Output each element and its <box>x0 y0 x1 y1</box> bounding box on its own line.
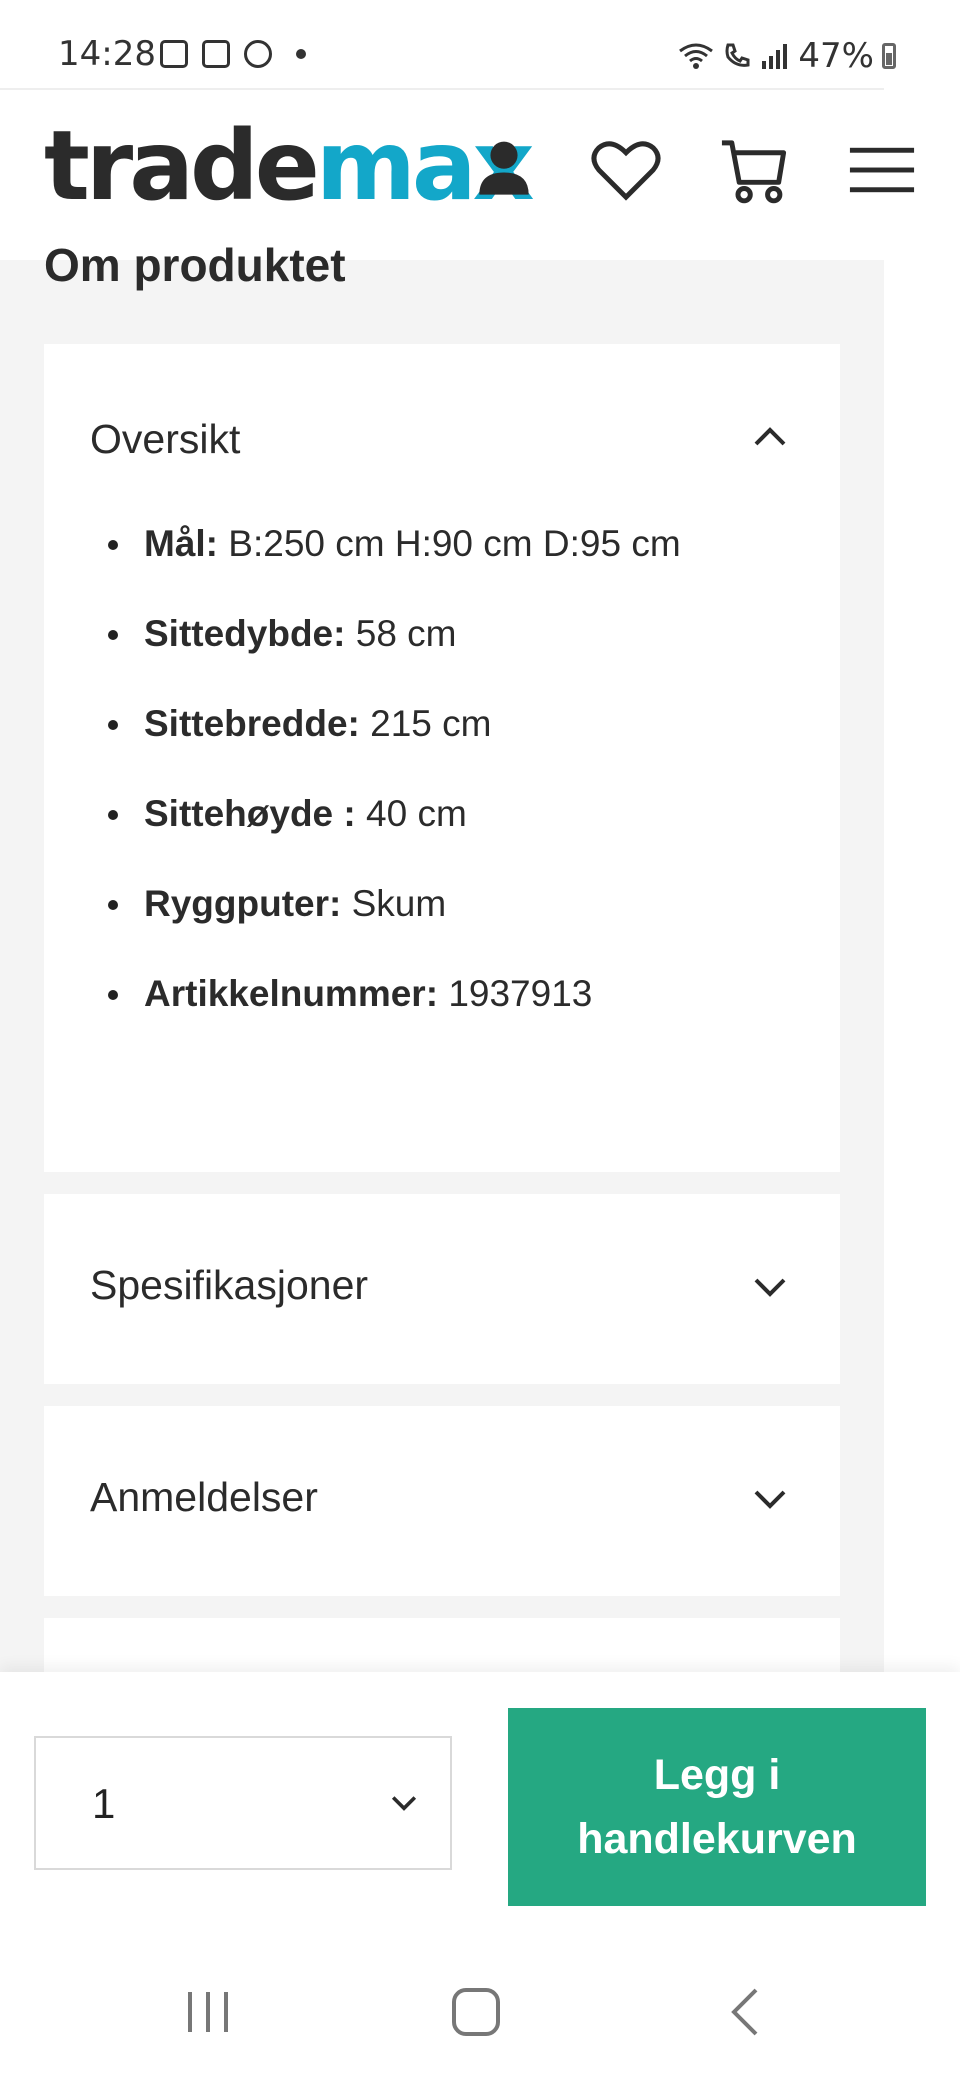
list-item: Artikkelnummer: 1937913 <box>90 964 704 1023</box>
status-time: 14:28 <box>58 34 156 74</box>
menu-button[interactable] <box>842 130 922 210</box>
spec-value: 58 cm <box>355 613 457 654</box>
account-button[interactable] <box>464 130 544 210</box>
cart-button[interactable] <box>714 130 794 210</box>
site-header: trademax <box>0 90 915 260</box>
logo-part-trade: trade <box>44 110 320 222</box>
add-to-cart-button[interactable]: Legg i handlekurven <box>508 1708 926 1906</box>
chevron-down-icon[interactable] <box>750 1478 790 1518</box>
heart-icon <box>591 141 661 201</box>
cart-icon <box>721 140 787 204</box>
spec-value: Skum <box>351 883 447 924</box>
call-icon <box>725 43 750 67</box>
spec-key: Ryggputer: <box>144 883 342 924</box>
section-title: Om produktet <box>44 239 346 291</box>
purchase-bar: 1 Legg i handlekurven <box>0 1672 960 1942</box>
specifications-accordion[interactable]: Spesifikasjoner <box>44 1194 840 1384</box>
spec-value: 40 cm <box>366 793 467 834</box>
home-button[interactable] <box>446 1982 506 2042</box>
chrome-icon <box>244 40 272 68</box>
list-item: Sittedybde: 58 cm <box>90 604 704 663</box>
recent-apps-button[interactable] <box>178 1982 238 2042</box>
trademax-logo[interactable]: trademax <box>44 110 535 222</box>
reviews-header[interactable]: Anmeldelser <box>90 1474 318 1521</box>
list-item: Sittebredde: 215 cm <box>90 694 704 753</box>
account-icon <box>479 141 529 195</box>
battery-percent: 47% <box>798 36 874 76</box>
spec-value: B:250 cm H:90 cm D:95 cm <box>228 523 681 564</box>
quantity-select[interactable]: 1 <box>34 1736 452 1870</box>
spec-list: Mål: B:250 cm H:90 cm D:95 cm Sittedybde… <box>90 514 704 1054</box>
signal-icon <box>762 44 788 69</box>
next-accordion-partial <box>44 1618 840 1678</box>
reviews-accordion[interactable]: Anmeldelser <box>44 1406 840 1596</box>
calendar-icon <box>202 40 230 68</box>
list-item: Sittehøyde : 40 cm <box>90 784 704 843</box>
chevron-down-icon[interactable] <box>750 1266 790 1306</box>
overview-accordion: Oversikt Mål: B:250 cm H:90 cm D:95 cm S… <box>44 344 840 1172</box>
spec-key: Sittehøyde : <box>144 793 356 834</box>
spec-key: Artikkelnummer: <box>144 973 439 1014</box>
wishlist-button[interactable] <box>586 130 666 210</box>
spec-value: 215 cm <box>370 703 492 744</box>
spec-value: 1937913 <box>448 973 593 1014</box>
chevron-down-icon <box>391 1796 417 1811</box>
system-icons: 47% <box>678 36 896 76</box>
specifications-header[interactable]: Spesifikasjoner <box>90 1262 368 1309</box>
status-bar: 14:28 47% <box>0 0 960 88</box>
list-item: Ryggputer: Skum <box>90 874 704 933</box>
back-button[interactable] <box>718 1982 778 2042</box>
back-icon <box>731 1988 758 2036</box>
dot-icon <box>296 49 306 59</box>
home-icon <box>452 1988 500 2036</box>
quantity-value: 1 <box>92 1780 116 1827</box>
menu-icon <box>849 147 915 193</box>
system-nav-bar <box>0 1942 960 2080</box>
notification-icons <box>160 40 306 68</box>
overview-header[interactable]: Oversikt <box>90 416 240 463</box>
spec-key: Sittedybde: <box>144 613 346 654</box>
spec-key: Sittebredde: <box>144 703 360 744</box>
wifi-calling-icon <box>679 43 714 69</box>
list-item: Mål: B:250 cm H:90 cm D:95 cm <box>90 514 704 573</box>
chevron-up-icon[interactable] <box>750 416 790 456</box>
battery-icon <box>882 43 896 69</box>
recent-apps-icon <box>188 1992 228 2032</box>
spec-key: Mål: <box>144 523 218 564</box>
image-icon <box>160 40 188 68</box>
